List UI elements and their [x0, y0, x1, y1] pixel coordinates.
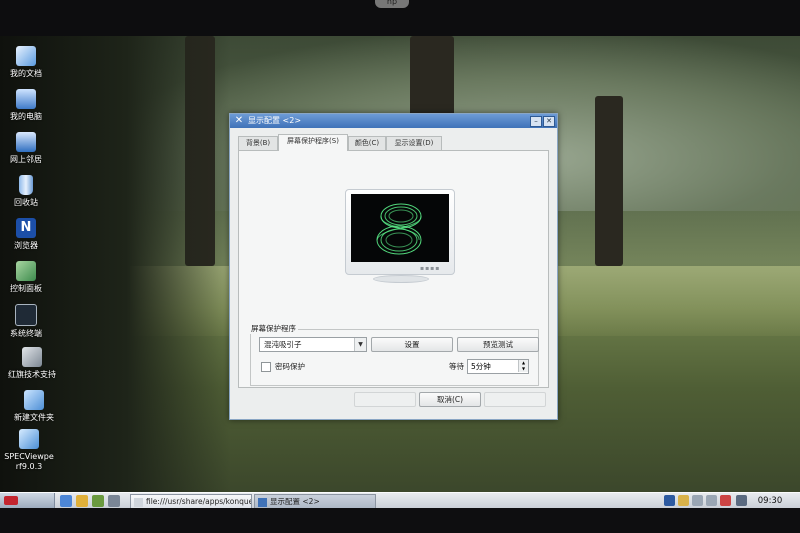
display-settings-dialog: ✕ 显示配置 <2> – ✕ 背景(B) 屏幕保护程序(S) 颜色(C) 显示设…	[229, 113, 558, 420]
browser-icon: N	[16, 218, 36, 238]
network-icon	[16, 132, 36, 152]
screensaver-select-value: 混沌吸引子	[264, 340, 302, 349]
desktop-icon-specviewperf[interactable]: SPECViewpe rf9.0.3	[0, 429, 64, 472]
desktop-icon-recycle-bin[interactable]: 回收站	[0, 175, 61, 208]
desktop-icon-control-panel[interactable]: 控制面板	[0, 261, 61, 294]
desktop-icon-label: 浏览器	[14, 241, 38, 250]
monitor-bezel-bottom	[0, 508, 800, 533]
desktop-icon-label: 红旗技术支持	[8, 370, 56, 379]
network-tray-icon[interactable]	[706, 495, 717, 506]
desktop-icon-my-documents[interactable]: 我的文档	[0, 46, 61, 79]
input-method-icon[interactable]	[736, 495, 747, 506]
task-file-manager[interactable]: file:///usr/share/apps/konqueror	[130, 494, 252, 509]
desktop-icon-terminal[interactable]: 系统终端	[0, 304, 61, 339]
recycle-bin-icon	[19, 175, 33, 195]
desktop-icon-network[interactable]: 网上邻居	[0, 132, 61, 165]
keyboard-icon[interactable]	[692, 495, 703, 506]
monitor-bezel-top: hp	[0, 0, 800, 36]
my-computer-icon	[16, 89, 36, 109]
control-panel-icon	[16, 261, 36, 281]
chevron-down-icon[interactable]: ▼	[354, 338, 366, 351]
task-label: file:///usr/share/apps/konqueror	[146, 497, 251, 506]
monitor-frame: ▪▪▪▪	[345, 189, 455, 275]
terminal-icon	[15, 304, 37, 326]
minimize-icon[interactable]: –	[530, 116, 542, 127]
task-display-settings[interactable]: 显示配置 <2>	[254, 494, 376, 509]
support-icon	[22, 347, 42, 367]
dialog-title: 显示配置 <2>	[248, 116, 302, 125]
desktop-icon-label: 网上邻居	[10, 155, 42, 164]
tab-colors[interactable]: 颜色(C)	[348, 136, 386, 150]
screensaver-panel: ▪▪▪▪ 屏幕保护程序 混沌吸引子 ▼ 设置 预览测试 密码保护 等待 5分钟 …	[238, 150, 549, 388]
help-icon[interactable]	[664, 495, 675, 506]
desktop-icon-label: 系统终端	[10, 329, 42, 338]
preview-button[interactable]: 预览测试	[457, 337, 539, 352]
speaker-icon[interactable]	[678, 495, 689, 506]
wallpaper-tree	[595, 96, 623, 266]
desktop-icon-label: 我的电脑	[10, 112, 42, 121]
desktop-icon-my-computer[interactable]: 我的电脑	[0, 89, 61, 122]
monitor-controls: ▪▪▪▪	[420, 265, 441, 272]
update-icon[interactable]	[720, 495, 731, 506]
x-logo-icon: ✕	[234, 115, 244, 126]
password-checkbox-row[interactable]: 密码保护	[261, 361, 305, 373]
desktop-icon-label: SPECViewpe	[4, 452, 54, 461]
wait-spinbox[interactable]: 5分钟 ▲ ▼	[467, 359, 529, 374]
password-checkbox[interactable]	[261, 362, 271, 372]
wait-label: 等待	[449, 362, 464, 371]
taskbar: file:///usr/share/apps/konqueror 显示配置 <2…	[0, 492, 800, 509]
tab-background[interactable]: 背景(B)	[238, 136, 278, 150]
tab-display[interactable]: 显示设置(D)	[386, 136, 442, 150]
preview-screen	[351, 194, 449, 262]
chaos-attractor-icon	[376, 203, 422, 255]
dialog-titlebar[interactable]: ✕ 显示配置 <2> – ✕	[230, 114, 557, 128]
desktop-icon-label: 我的文档	[10, 69, 42, 78]
window-icon	[134, 497, 143, 507]
folder-icon	[24, 390, 44, 410]
file-manager-icon[interactable]	[76, 495, 88, 507]
start-button[interactable]	[0, 493, 55, 509]
desktop-icon-label: 新建文件夹	[14, 413, 54, 422]
password-label: 密码保护	[275, 362, 305, 371]
monitor-logo: hp	[375, 0, 409, 8]
ok-button[interactable]	[354, 392, 416, 407]
monitor-stand	[373, 275, 429, 283]
show-desktop-icon[interactable]	[60, 495, 72, 507]
browser-quicklaunch-icon[interactable]	[92, 495, 104, 507]
apply-button[interactable]	[484, 392, 546, 407]
desktop-icon-label: 控制面板	[10, 284, 42, 293]
desktop-icon-browser[interactable]: N 浏览器	[0, 218, 61, 251]
screensaver-select[interactable]: 混沌吸引子 ▼	[259, 337, 367, 352]
desktop-icon-label-line2: rf9.0.3	[15, 462, 43, 471]
screensaver-group-label: 屏幕保护程序	[249, 323, 298, 334]
tab-screensaver[interactable]: 屏幕保护程序(S)	[278, 134, 348, 151]
desktop-icon-support[interactable]: 红旗技术支持	[0, 347, 67, 380]
terminal-quicklaunch-icon[interactable]	[108, 495, 120, 507]
cancel-button[interactable]: 取消(C)	[419, 392, 481, 407]
spin-down-icon[interactable]: ▼	[518, 366, 528, 372]
x-logo-icon	[258, 497, 267, 507]
settings-button[interactable]: 设置	[371, 337, 453, 352]
task-label: 显示配置 <2>	[270, 497, 320, 506]
my-documents-icon	[16, 46, 36, 66]
clock[interactable]: 09:30	[752, 493, 788, 509]
close-icon[interactable]: ✕	[543, 116, 555, 127]
redflag-logo-icon	[4, 496, 18, 505]
preview-monitor: ▪▪▪▪	[345, 189, 455, 283]
desktop-icon-label: 回收站	[14, 198, 38, 207]
specview-icon	[19, 429, 39, 449]
desktop-icon-new-folder[interactable]: 新建文件夹	[0, 390, 69, 423]
wait-value: 5分钟	[471, 362, 491, 371]
